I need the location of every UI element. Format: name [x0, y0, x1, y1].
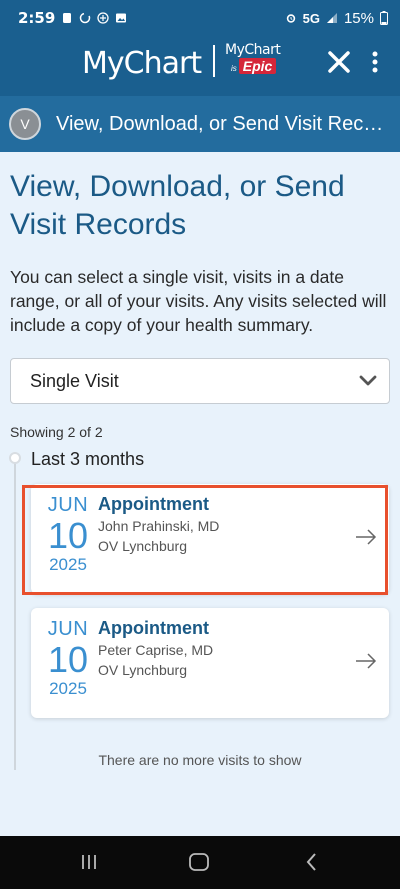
visit-type: Appointment	[98, 618, 209, 638]
arrow-right-icon	[356, 653, 377, 669]
sync-icon	[80, 12, 91, 24]
visit-provider: John Prahinski, MD	[98, 518, 220, 534]
recent-apps-icon[interactable]	[80, 854, 98, 870]
visit-type: Appointment	[98, 494, 209, 514]
showing-count: Showing 2 of 2	[10, 424, 103, 440]
visit-card[interactable]: JUN 10 2025 Appointment John Prahinski, …	[31, 484, 389, 594]
mychart-logo: MyChart	[82, 46, 202, 81]
home-icon[interactable]	[188, 852, 210, 872]
visit-location: OV Lynchburg	[98, 662, 187, 678]
timeline-dot	[9, 452, 21, 464]
page-title: View, Download, or Send Visit Records	[10, 170, 345, 241]
app-icon	[97, 12, 109, 24]
close-icon[interactable]	[325, 48, 353, 76]
visit-location: OV Lynchburg	[98, 538, 187, 554]
period-label: Last 3 months	[31, 449, 145, 469]
partner-is-text: is	[231, 64, 237, 73]
visit-year: 2025	[49, 679, 87, 698]
android-nav-bar	[0, 836, 400, 889]
select-value: Single Visit	[30, 370, 119, 391]
nav-bar: V View, Download, or Send Visit Records	[0, 96, 400, 152]
notification-icon	[63, 13, 72, 23]
visit-day: 10	[47, 515, 89, 556]
app-header: MyChart MyChart is Epic	[0, 36, 400, 96]
timeline-line	[14, 460, 16, 770]
visit-month: JUN	[47, 494, 89, 516]
signal-icon	[326, 13, 337, 23]
back-icon[interactable]	[304, 852, 320, 872]
battery-icon	[380, 11, 388, 25]
epic-badge: Epic	[238, 58, 277, 74]
status-bar: 2:59 5G 15%	[0, 0, 400, 36]
logo-divider	[213, 45, 215, 77]
battery-label: 15%	[343, 9, 374, 27]
visit-day: 10	[47, 639, 89, 680]
visit-scope-select[interactable]: Single Visit	[10, 358, 390, 404]
visit-provider: Peter Caprise, MD	[98, 642, 214, 658]
visit-card[interactable]: JUN 10 2025 Appointment Peter Caprise, M…	[31, 608, 389, 718]
arrow-right-icon	[356, 529, 377, 545]
alarm-icon	[286, 14, 295, 23]
chevron-down-icon	[359, 375, 377, 386]
visit-date: JUN 10 2025	[45, 494, 91, 575]
visit-date: JUN 10 2025	[45, 618, 91, 699]
nav-title: View, Download, or Send Visit Records	[56, 112, 386, 135]
partner-top-text: MyChart	[225, 42, 281, 58]
more-vertical-icon[interactable]	[365, 48, 385, 76]
visit-year: 2025	[49, 555, 87, 574]
visit-month: JUN	[47, 618, 89, 640]
avatar[interactable]: V	[9, 108, 41, 140]
mychart-is-epic-logo: MyChart is Epic	[225, 42, 287, 76]
intro-text: You can select a single visit, visits in…	[10, 267, 387, 335]
image-icon	[116, 13, 127, 23]
network-label: 5G	[302, 10, 320, 26]
no-more-visits-text: There are no more visits to show	[98, 752, 302, 768]
status-time: 2:59	[18, 9, 56, 27]
